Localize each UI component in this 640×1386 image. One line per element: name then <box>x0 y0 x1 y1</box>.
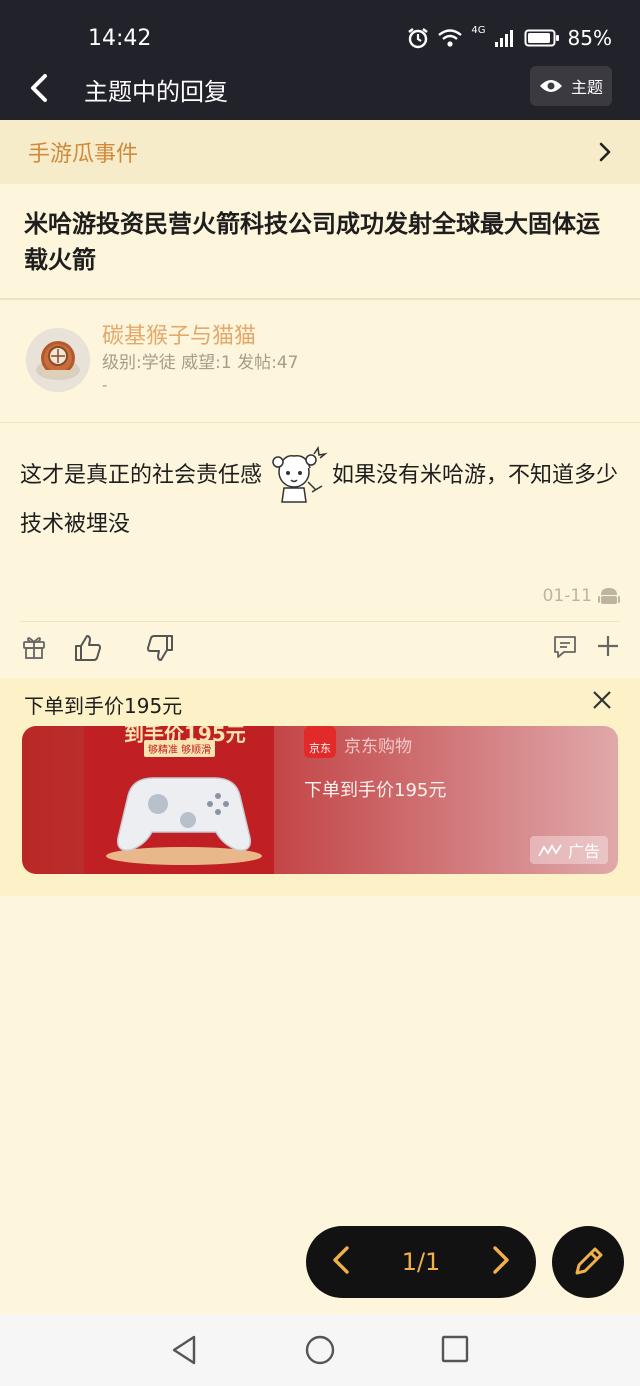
jd-logo-icon: 京东 <box>304 726 336 758</box>
wifi-icon <box>438 29 463 47</box>
eye-icon <box>539 80 562 92</box>
status-bar: 14:42 4G 85% 主题中的回复 主题 <box>0 0 640 120</box>
divider <box>20 621 620 622</box>
nav-back-icon[interactable] <box>170 1334 198 1370</box>
ad-shop-name: 京东购物 <box>344 737 412 757</box>
prev-page-button[interactable] <box>332 1245 350 1279</box>
ad-description: 下单到手价195元 <box>304 780 447 801</box>
forum-name: 手游瓜事件 <box>28 142 139 167</box>
android-icon <box>598 588 620 604</box>
post-actions <box>20 634 620 668</box>
signal-icon <box>494 30 513 47</box>
anime-girl-sticker-icon <box>264 445 330 506</box>
chevron-right-icon <box>493 1246 509 1274</box>
gift-icon[interactable] <box>22 634 46 664</box>
author-signature: - <box>102 376 108 394</box>
status-icons: 4G 85% <box>407 24 612 50</box>
thread-title: 米哈游投资民营火箭科技公司成功发射全球最大固体运载火箭 <box>24 210 600 274</box>
close-icon[interactable] <box>592 690 612 714</box>
chevron-right-icon <box>599 142 611 162</box>
view-topic-label: 主题 <box>570 78 603 97</box>
page-title: 主题中的回复 <box>84 78 228 106</box>
battery-level: 85% <box>567 26 612 50</box>
divider <box>0 298 640 300</box>
post-date: 01-11 <box>542 586 592 606</box>
avatar[interactable] <box>26 328 90 392</box>
pencil-icon <box>575 1247 603 1275</box>
back-button[interactable] <box>22 68 56 108</box>
thumbs-up-icon[interactable] <box>74 634 102 666</box>
forum-link[interactable]: 手游瓜事件 <box>0 120 640 184</box>
ad-product-image: 到手价195元 够精准 够顺滑 <box>84 726 274 874</box>
author-name[interactable]: 碳基猴子与猫猫 <box>102 318 256 350</box>
ad-title: 下单到手价195元 <box>24 694 183 718</box>
gamepad-icon <box>106 777 262 865</box>
thumbs-down-icon[interactable] <box>146 634 174 666</box>
ad-card[interactable]: 到手价195元 够精准 够顺滑 京东 京东购物 下单到手价195元 广告 <box>22 726 618 874</box>
next-page-button[interactable] <box>492 1245 510 1279</box>
ad-platform-icon <box>538 844 562 857</box>
chevron-left-icon <box>333 1246 349 1274</box>
post-text: 这才是真正的社会责任感 <box>20 463 263 488</box>
reply-button[interactable] <box>552 1226 624 1298</box>
nav-home-icon[interactable] <box>304 1334 336 1370</box>
author-info: 级别:学徒 威望:1 发帖:47 <box>102 353 299 373</box>
pager: 1/1 <box>306 1226 536 1298</box>
nav-recents-icon[interactable] <box>440 1334 470 1368</box>
ad-badge: 广告 <box>529 836 608 864</box>
chevron-left-icon <box>31 74 47 102</box>
alarm-icon <box>408 28 429 49</box>
battery-icon <box>524 29 559 47</box>
system-nav-bar <box>0 1314 640 1386</box>
diver-helmet-icon <box>26 328 90 392</box>
ad-section: 下单到手价195元 到手价195元 够精准 够顺滑 京东 京东购物 下单到手价1… <box>0 678 640 896</box>
ad-badge-label: 广告 <box>567 842 600 861</box>
view-topic-button[interactable]: 主题 <box>530 66 612 106</box>
divider <box>0 422 640 423</box>
plus-icon[interactable] <box>596 634 620 662</box>
status-time: 14:42 <box>88 26 152 51</box>
page-indicator[interactable]: 1/1 <box>402 1248 441 1276</box>
comment-icon[interactable] <box>552 634 578 664</box>
post-content: 这才是真正的社会责任感 如果没有米哈游，不知道多少技术被埋没 <box>20 445 620 544</box>
network-type: 4G <box>471 24 486 36</box>
jd-logo-text: 京东 <box>309 742 331 755</box>
